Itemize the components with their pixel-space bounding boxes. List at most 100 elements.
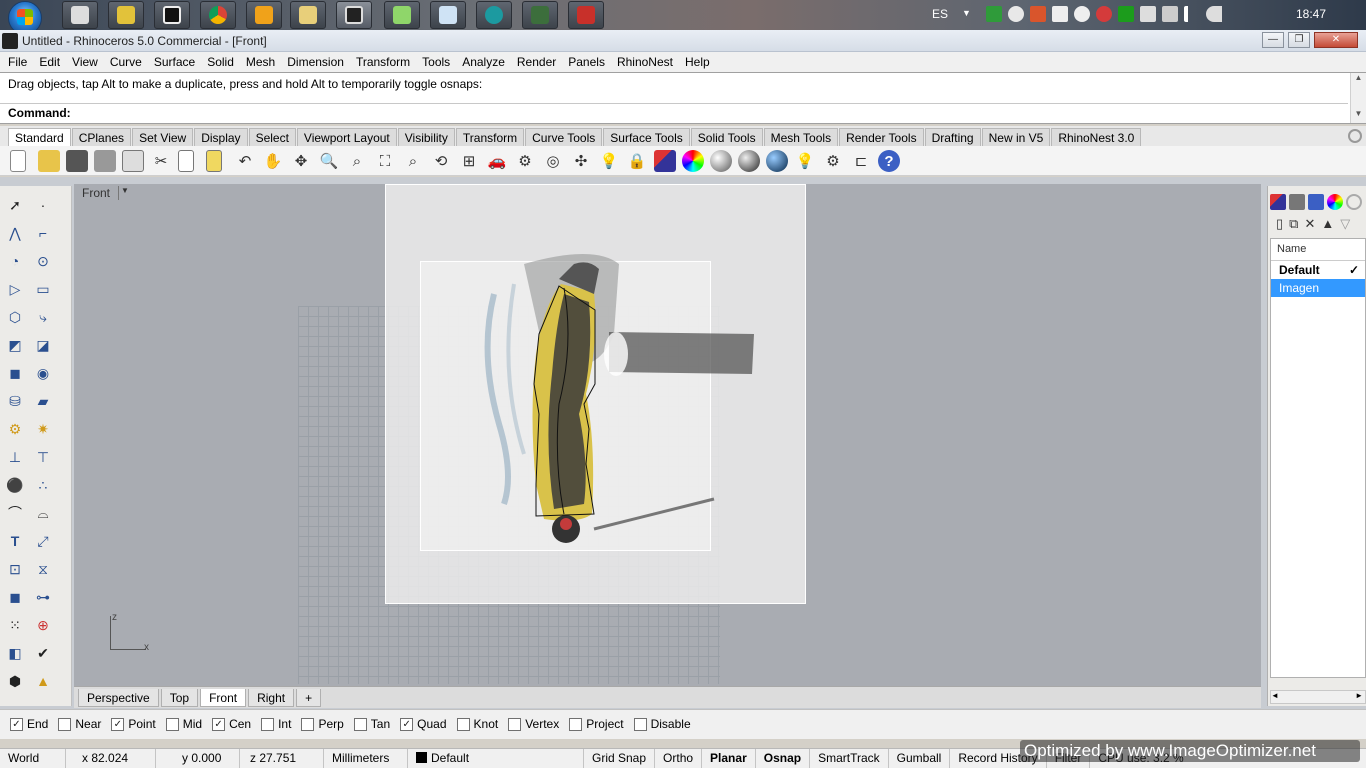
checkbox[interactable]: ✓ bbox=[212, 717, 226, 731]
chevron-down-icon[interactable]: ▼ bbox=[962, 8, 971, 18]
view-tab-front[interactable]: Front bbox=[200, 689, 247, 707]
light-tool-icon[interactable]: ▲ bbox=[32, 670, 54, 692]
gumball-toggle[interactable]: Gumball bbox=[889, 749, 951, 768]
extrude-icon[interactable]: ◪ bbox=[32, 334, 54, 356]
trim-icon[interactable]: ⊥ bbox=[4, 446, 26, 468]
osnap-toggle[interactable]: Osnap bbox=[756, 749, 811, 768]
light-icon[interactable]: 💡 bbox=[794, 150, 816, 172]
taskbar-app-calculator[interactable] bbox=[62, 1, 98, 29]
lightbulb-icon[interactable]: 💡 bbox=[598, 150, 620, 172]
layer-column-name[interactable]: Name bbox=[1271, 239, 1365, 261]
checkbox[interactable] bbox=[569, 717, 583, 731]
box-icon[interactable]: ◼ bbox=[4, 362, 26, 384]
horizontal-scrollbar[interactable]: ◄ ► bbox=[1270, 690, 1366, 704]
solid-box-icon[interactable]: ◼ bbox=[4, 586, 26, 608]
tray-app-icon[interactable] bbox=[1118, 6, 1134, 22]
tray-app-icon[interactable] bbox=[1030, 6, 1046, 22]
tab-cplanes[interactable]: CPlanes bbox=[71, 128, 132, 146]
layers-tab-icon[interactable] bbox=[1270, 194, 1286, 210]
tab-surface-tools[interactable]: Surface Tools bbox=[603, 128, 690, 146]
osnap-mid[interactable]: Mid bbox=[165, 717, 202, 731]
rhino-icon[interactable] bbox=[2, 33, 18, 49]
tab-curve-tools[interactable]: Curve Tools bbox=[525, 128, 603, 146]
osnap-point-icon[interactable]: ✣ bbox=[570, 150, 592, 172]
menu-tools[interactable]: Tools bbox=[416, 55, 456, 69]
zoom-extents-icon[interactable]: ⛶ bbox=[374, 150, 396, 172]
checkbox[interactable] bbox=[58, 717, 72, 731]
surface-corners-icon[interactable]: ◩ bbox=[4, 334, 26, 356]
command-prompt[interactable]: Command: bbox=[8, 106, 71, 120]
taskbar-app-media[interactable] bbox=[246, 1, 282, 29]
osnap-disable[interactable]: Disable bbox=[633, 717, 691, 731]
materials-tab-icon[interactable] bbox=[1327, 194, 1343, 210]
boolean-union-icon[interactable]: ◉ bbox=[32, 362, 54, 384]
scale-icon[interactable]: ⤢ bbox=[32, 530, 54, 552]
language-indicator[interactable]: ES bbox=[932, 7, 948, 21]
arc-icon[interactable]: ▷ bbox=[4, 278, 26, 300]
command-scrollbar[interactable]: ▲ ▼ bbox=[1350, 73, 1366, 123]
taskbar-app-sketch[interactable] bbox=[568, 1, 604, 29]
cplane-indicator[interactable]: World bbox=[0, 749, 66, 768]
osnap-near[interactable]: Near bbox=[58, 717, 101, 731]
tab-viewport-layout[interactable]: Viewport Layout bbox=[296, 128, 397, 146]
front-viewport[interactable]: Front ▼ z x bbox=[74, 184, 1261, 686]
menu-curve[interactable]: Curve bbox=[104, 55, 148, 69]
checkbox[interactable]: ✓ bbox=[111, 717, 125, 731]
undo-icon[interactable]: ↶ bbox=[234, 150, 256, 172]
menu-help[interactable]: Help bbox=[679, 55, 716, 69]
current-layer[interactable]: Default bbox=[408, 749, 584, 768]
device-icon[interactable] bbox=[1162, 6, 1178, 22]
dropbox-icon[interactable] bbox=[1052, 6, 1068, 22]
checkbox[interactable]: ✓ bbox=[400, 717, 414, 731]
text-icon[interactable]: T bbox=[4, 530, 26, 552]
analyze-icon[interactable]: ◧ bbox=[4, 642, 26, 664]
move-down-icon[interactable]: ▽ bbox=[1340, 216, 1350, 232]
save-icon[interactable] bbox=[66, 150, 88, 172]
view-tab-perspective[interactable]: Perspective bbox=[78, 689, 159, 707]
planar-toggle[interactable]: Planar bbox=[702, 749, 756, 768]
scroll-left-icon[interactable]: ◄ bbox=[1271, 691, 1279, 700]
checkbox[interactable] bbox=[301, 717, 315, 731]
grid-array-icon[interactable]: ⁙ bbox=[4, 614, 26, 636]
checkbox[interactable] bbox=[456, 717, 470, 731]
group-icon[interactable]: ⚫ bbox=[4, 474, 26, 496]
car-icon[interactable]: 🚗 bbox=[486, 150, 508, 172]
rendered-sphere-icon[interactable] bbox=[738, 150, 760, 172]
menu-rhinonest[interactable]: RhinoNest bbox=[611, 55, 679, 69]
taskbar-app-notes[interactable] bbox=[430, 1, 466, 29]
layer-icon[interactable] bbox=[654, 150, 676, 172]
paste-icon[interactable] bbox=[206, 150, 222, 172]
checkbox[interactable] bbox=[508, 717, 522, 731]
taskbar-app-batman[interactable] bbox=[108, 1, 144, 29]
checkbox[interactable] bbox=[633, 717, 647, 731]
four-viewports-icon[interactable]: ⊞ bbox=[458, 150, 480, 172]
taskbar-app-notepad[interactable] bbox=[154, 1, 190, 29]
menu-view[interactable]: View bbox=[66, 55, 104, 69]
scroll-right-icon[interactable]: ► bbox=[1355, 691, 1363, 700]
point-icon[interactable]: · bbox=[32, 194, 54, 216]
polygon-icon[interactable]: ⬡ bbox=[4, 306, 26, 328]
menu-surface[interactable]: Surface bbox=[148, 55, 201, 69]
menu-panels[interactable]: Panels bbox=[562, 55, 611, 69]
osnap-perp[interactable]: Perp bbox=[301, 717, 344, 731]
taskbar-app-rhino[interactable] bbox=[336, 1, 372, 29]
tab-solid-tools[interactable]: Solid Tools bbox=[690, 128, 763, 146]
osnap-vertex[interactable]: Vertex bbox=[508, 717, 559, 731]
osnap-tan[interactable]: Tan bbox=[353, 717, 390, 731]
checkbox[interactable]: ✓ bbox=[10, 717, 23, 731]
add-viewport-tab-icon[interactable]: + bbox=[296, 689, 322, 707]
ungroup-icon[interactable]: ∴ bbox=[32, 474, 54, 496]
dimension-icon[interactable]: ⊏ bbox=[850, 150, 872, 172]
help-icon[interactable]: ? bbox=[878, 150, 900, 172]
open-folder-icon[interactable] bbox=[38, 150, 60, 172]
menu-analyze[interactable]: Analyze bbox=[456, 55, 511, 69]
select-arrow-icon[interactable]: ➚ bbox=[4, 194, 26, 216]
tab-standard[interactable]: Standard bbox=[8, 128, 71, 146]
display-tab-icon[interactable] bbox=[1289, 194, 1305, 210]
cut-icon[interactable]: ✂ bbox=[150, 150, 172, 172]
taskbar-app-messenger[interactable] bbox=[384, 1, 420, 29]
osnap-cen[interactable]: ✓ Cen bbox=[212, 717, 251, 731]
minimize-button[interactable]: — bbox=[1262, 32, 1284, 48]
taskbar-app-terminal[interactable] bbox=[522, 1, 558, 29]
tab-drafting[interactable]: Drafting bbox=[924, 128, 981, 146]
